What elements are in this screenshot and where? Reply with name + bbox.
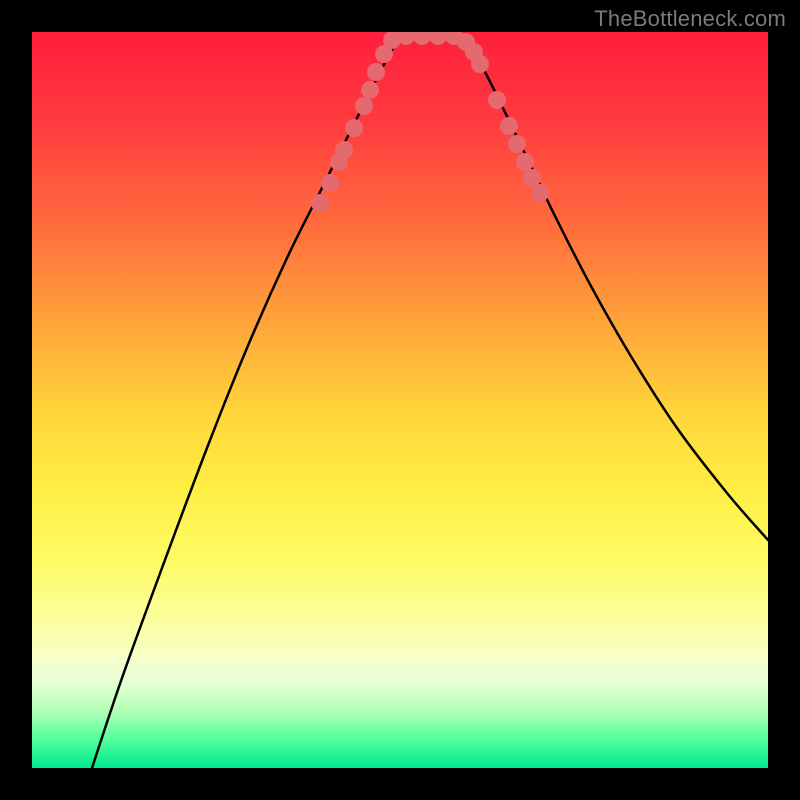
data-dot: [429, 32, 447, 45]
chart-svg: [32, 32, 768, 768]
data-dot: [516, 153, 534, 171]
data-dot: [367, 63, 385, 81]
watermark-text: TheBottleneck.com: [594, 6, 786, 32]
data-dot: [508, 135, 526, 153]
data-dot: [335, 141, 353, 159]
data-dot: [361, 81, 379, 99]
curve-line: [92, 36, 768, 768]
data-dot: [471, 55, 489, 73]
data-dot: [500, 117, 518, 135]
data-dot: [355, 97, 373, 115]
data-dot: [345, 119, 363, 137]
gradient-background: [32, 32, 768, 768]
data-dot: [413, 32, 431, 45]
data-dot: [321, 174, 339, 192]
chart-frame: TheBottleneck.com: [0, 0, 800, 800]
data-dot: [311, 194, 329, 212]
data-dot: [488, 91, 506, 109]
data-dot: [531, 184, 549, 202]
